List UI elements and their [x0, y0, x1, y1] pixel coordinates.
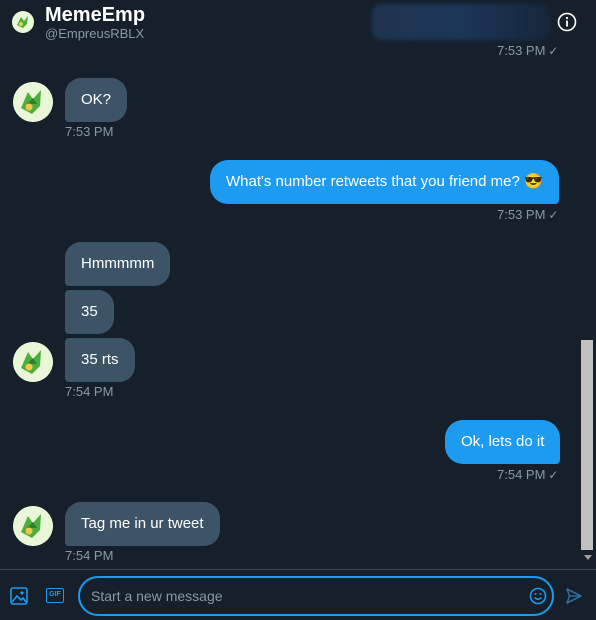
info-icon[interactable]: [557, 12, 577, 32]
contact-name[interactable]: MemeEmp: [45, 4, 145, 27]
blurred-region: [372, 4, 550, 40]
contact-handle: @EmpreusRBLX: [45, 26, 145, 41]
message-timestamp: 7:53 PM ✓: [497, 207, 559, 222]
gif-icon[interactable]: GIF: [46, 588, 64, 603]
message-timestamp: 7:53 PM: [65, 124, 114, 139]
message-timestamp: 7:54 PM ✓: [497, 467, 559, 482]
message-bubble-outgoing[interactable]: What's number retweets that you friend m…: [210, 160, 559, 204]
sender-avatar[interactable]: [13, 82, 53, 122]
send-icon[interactable]: [565, 587, 583, 605]
message-bubble-outgoing[interactable]: Ok, lets do it: [445, 420, 561, 464]
sender-avatar[interactable]: [13, 506, 53, 546]
header-avatar[interactable]: [12, 11, 34, 33]
message-bubble-incoming[interactable]: Tag me in ur tweet: [65, 502, 220, 546]
message-bubble-incoming[interactable]: OK?: [65, 78, 128, 122]
message-bubble-incoming[interactable]: Hmmmmm: [65, 242, 171, 286]
conversation-header: MemeEmp @EmpreusRBLX: [0, 0, 580, 46]
image-icon[interactable]: [10, 587, 28, 605]
message-timestamp: 7:54 PM: [65, 548, 114, 563]
message-timestamp: 7:54 PM: [65, 384, 114, 399]
message-bubble-incoming[interactable]: 35: [65, 290, 114, 334]
read-check-icon: ✓: [548, 208, 559, 222]
gif-label: GIF: [49, 591, 61, 598]
sender-avatar[interactable]: [13, 342, 53, 382]
message-bubble-incoming[interactable]: 35 rts: [65, 338, 135, 382]
read-check-icon: ✓: [548, 468, 559, 482]
scrollbar-thumb[interactable]: [581, 340, 593, 550]
message-input-placeholder: Start a new message: [91, 588, 223, 604]
emoji-icon[interactable]: [529, 587, 547, 605]
scroll-down-arrow-icon[interactable]: [584, 555, 592, 560]
read-check-icon: ✓: [548, 44, 559, 58]
